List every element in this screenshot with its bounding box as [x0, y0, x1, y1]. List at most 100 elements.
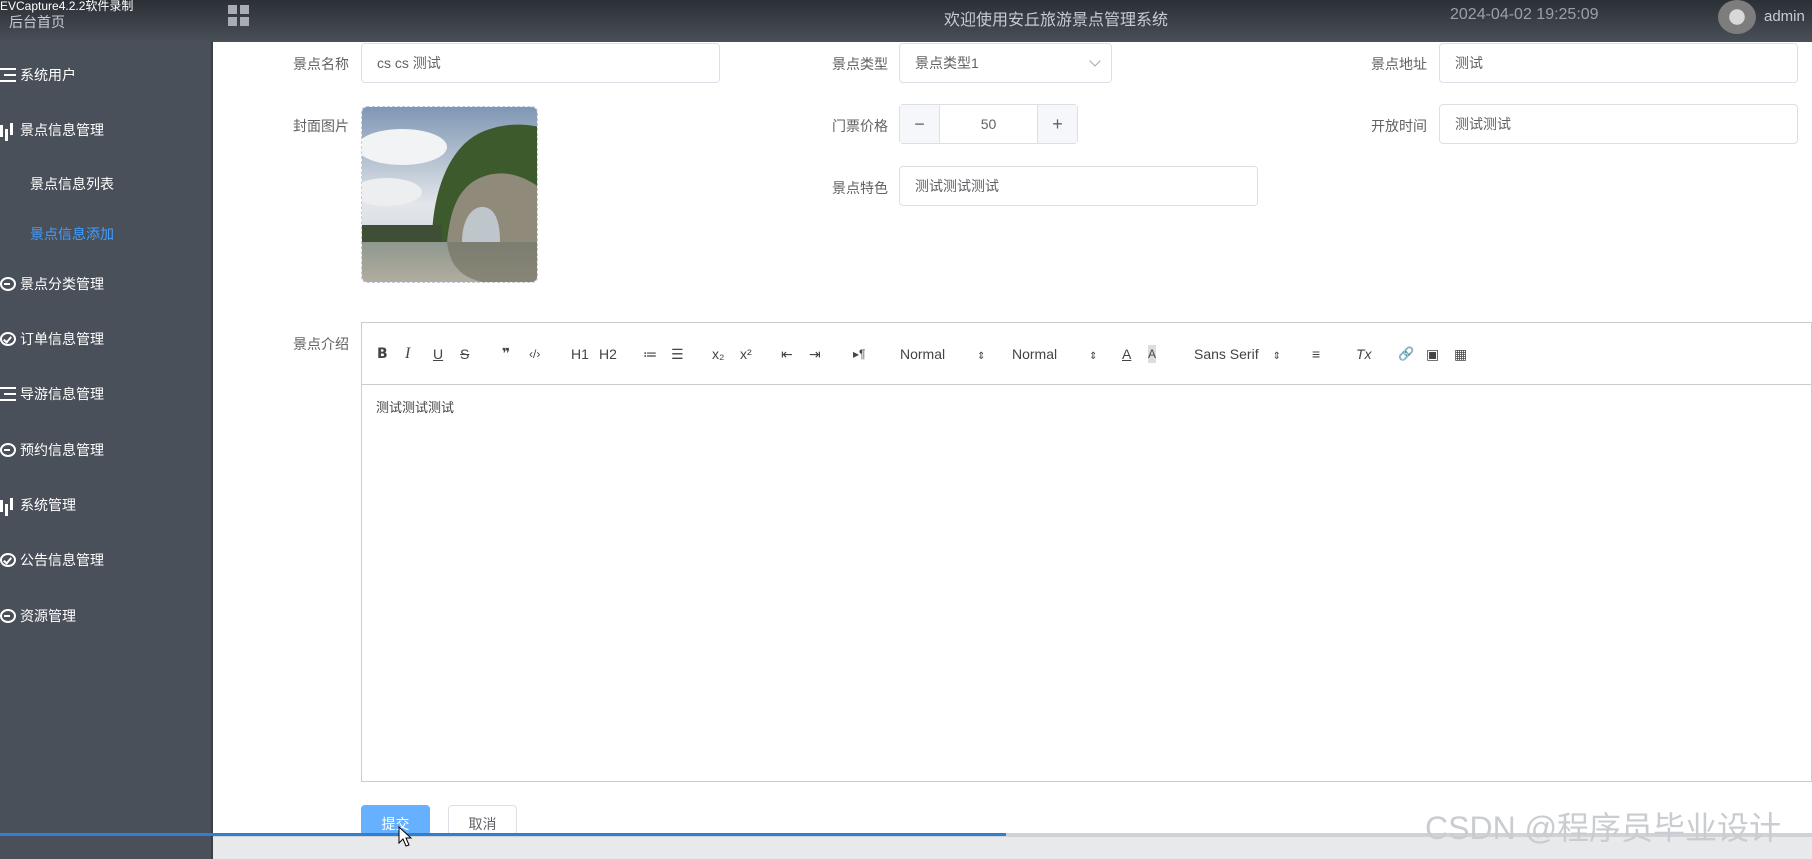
address-input-value: 测试 — [1455, 55, 1483, 71]
indent-icon[interactable]: ⇥ — [809, 345, 821, 363]
size-picker[interactable]: Normal ⇕ — [900, 345, 986, 366]
updown-icon: ⇕ — [1272, 351, 1281, 362]
datetime: 2024-04-02 19:25:09 — [1450, 6, 1599, 23]
cursor-icon — [398, 826, 412, 847]
sidebar-item-resources[interactable]: 资源管理 — [0, 604, 76, 628]
updown-icon: ⇕ — [1089, 351, 1098, 362]
updown-icon: ⇕ — [977, 351, 986, 362]
sidebar-item-label: 订单信息管理 — [20, 331, 104, 347]
sidebar-item-reservations[interactable]: 预约信息管理 — [0, 438, 104, 462]
top-header: EVCapture4.2.2软件录制 后台首页 欢迎使用安丘旅游景点管理系统 2… — [0, 0, 1812, 42]
bold-icon[interactable]: B — [377, 345, 388, 363]
text-direction-icon[interactable]: ▸¶ — [853, 345, 865, 363]
sidebar-item-orders[interactable]: 订单信息管理 — [0, 327, 104, 351]
size-picker-label: Normal — [900, 346, 946, 362]
list-icon — [0, 387, 16, 401]
chat-icon — [0, 609, 16, 623]
open-time-input[interactable]: 测试测试 — [1439, 104, 1798, 144]
header-picker[interactable]: Normal ⇕ — [1012, 345, 1098, 366]
sidebar-item-label: 景点分类管理 — [20, 276, 104, 292]
sidebar-item-scenic-info[interactable]: 景点信息管理 — [0, 118, 104, 142]
sidebar-item-label: 资源管理 — [20, 608, 76, 624]
subscript-icon[interactable]: x₂ — [712, 345, 724, 363]
watermark: CSDN @程序员毕业设计 — [1425, 810, 1782, 846]
sidebar-item-label: 预约信息管理 — [20, 442, 104, 458]
header-2-icon[interactable]: H2 — [599, 345, 617, 363]
font-picker[interactable]: Sans Serif ⇕ — [1194, 345, 1281, 366]
minus-icon[interactable]: − — [900, 105, 940, 143]
outdent-icon[interactable]: ⇤ — [781, 345, 793, 363]
sidebar-item-label: 系统用户 — [20, 67, 76, 83]
chevron-down-icon — [1089, 55, 1101, 67]
progress-fill — [0, 833, 1006, 836]
header-picker-label: Normal — [1012, 346, 1058, 362]
sidebar-item-label: 景点信息管理 — [20, 122, 104, 138]
name-input-value: cs cs 测试 — [377, 55, 441, 71]
check-circle-icon — [0, 332, 16, 346]
font-picker-label: Sans Serif — [1194, 346, 1259, 362]
italic-icon[interactable]: I — [405, 345, 410, 363]
check-circle-icon — [0, 553, 16, 567]
image-icon[interactable]: ▣ — [1426, 345, 1439, 363]
font-color-icon[interactable]: A — [1122, 345, 1131, 363]
chat-icon — [0, 443, 16, 457]
cover-label: 封面图片 — [293, 118, 349, 134]
rich-text-editor[interactable]: B I U S ❞ ‹/› H1 H2 ≔ ☰ x₂ x² ⇤ ⇥ ▸¶ Nor… — [361, 322, 1812, 782]
sidebar-item-guides[interactable]: 导游信息管理 — [0, 382, 104, 406]
list-icon — [0, 68, 16, 82]
bar-chart-icon — [0, 123, 16, 137]
sidebar-item-label: 系统管理 — [20, 497, 76, 513]
sidebar-item-label: 公告信息管理 — [20, 552, 104, 568]
bullet-list-icon[interactable]: ☰ — [671, 345, 684, 363]
code-block-icon[interactable]: ‹/› — [529, 345, 540, 363]
ordered-list-icon[interactable]: ≔ — [643, 345, 657, 363]
open-time-input-value: 测试测试 — [1455, 116, 1511, 132]
sidebar-item-system-users[interactable]: 系统用户 — [0, 63, 76, 87]
sidebar: 系统用户 景点信息管理 景点信息列表 景点信息添加 景点分类管理 订单信息管理 … — [0, 42, 213, 859]
header-1-icon[interactable]: H1 — [571, 345, 589, 363]
cover-image — [362, 107, 537, 282]
sidebar-item-notices[interactable]: 公告信息管理 — [0, 548, 104, 572]
background-color-icon[interactable]: A — [1148, 345, 1157, 363]
blockquote-icon[interactable]: ❞ — [502, 345, 510, 363]
price-label: 门票价格 — [832, 118, 888, 134]
intro-label: 景点介绍 — [293, 336, 349, 352]
sidebar-item-label: 导游信息管理 — [20, 386, 104, 402]
user-name[interactable]: admin — [1764, 8, 1805, 25]
strike-icon[interactable]: S — [460, 345, 469, 363]
bar-chart-icon — [0, 498, 16, 512]
feature-input-value: 测试测试测试 — [915, 178, 999, 194]
video-icon[interactable]: ▦ — [1454, 345, 1467, 363]
plus-icon[interactable]: + — [1037, 105, 1077, 143]
editor-content[interactable]: 测试测试测试 — [376, 397, 454, 416]
price-stepper[interactable]: − 50 + — [899, 104, 1078, 144]
type-select-value: 景点类型1 — [915, 55, 979, 71]
superscript-icon[interactable]: x² — [740, 345, 752, 363]
recorder-label: EVCapture4.2.2软件录制 — [0, 0, 134, 13]
underline-icon[interactable]: U — [433, 345, 443, 363]
avatar[interactable] — [1718, 0, 1756, 34]
type-select[interactable]: 景点类型1 — [899, 43, 1112, 83]
system-title: 欢迎使用安丘旅游景点管理系统 — [944, 12, 1169, 29]
cover-image-uploader[interactable] — [361, 106, 538, 283]
open-time-label: 开放时间 — [1371, 118, 1427, 134]
address-label: 景点地址 — [1371, 56, 1427, 72]
editor-toolbar: B I U S ❞ ‹/› H1 H2 ≔ ☰ x₂ x² ⇤ ⇥ ▸¶ Nor… — [362, 323, 1811, 385]
align-icon[interactable]: ≡ — [1312, 345, 1320, 363]
sidebar-item-category[interactable]: 景点分类管理 — [0, 272, 104, 296]
name-input[interactable]: cs cs 测试 — [361, 43, 720, 83]
feature-input[interactable]: 测试测试测试 — [899, 166, 1258, 206]
feature-label: 景点特色 — [832, 180, 888, 196]
sidebar-subitem-scenic-add[interactable]: 景点信息添加 — [30, 224, 114, 244]
clean-format-icon[interactable]: Tx — [1356, 345, 1372, 363]
name-label: 景点名称 — [293, 56, 349, 72]
type-label: 景点类型 — [832, 56, 888, 72]
link-icon[interactable]: 🔗 — [1398, 345, 1414, 363]
grid-menu-icon[interactable] — [228, 5, 250, 27]
sidebar-item-system[interactable]: 系统管理 — [0, 493, 76, 517]
chat-icon — [0, 277, 16, 291]
address-input[interactable]: 测试 — [1439, 43, 1798, 83]
price-value[interactable]: 50 — [940, 105, 1037, 143]
home-link[interactable]: 后台首页 — [9, 12, 65, 32]
sidebar-subitem-scenic-list[interactable]: 景点信息列表 — [30, 174, 114, 194]
